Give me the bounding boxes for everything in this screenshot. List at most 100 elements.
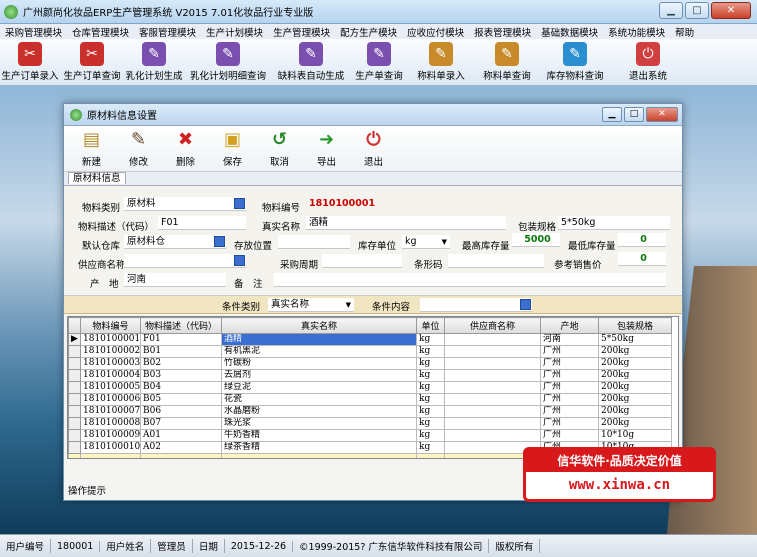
filter-bar: 条件类别 真实名称 ▼ 条件内容: [64, 296, 682, 314]
cycle-input[interactable]: [322, 254, 402, 268]
table-cell: 1810100008: [80, 417, 141, 430]
maximize-button[interactable]: □: [685, 2, 709, 19]
summary-cell: [140, 453, 222, 458]
table-row[interactable]: 1810100003 B02 竹碳粉 kg 广州 200kg: [68, 357, 672, 370]
cycle-label: 采购周期: [280, 260, 319, 271]
child-maximize-button[interactable]: □: [624, 107, 644, 122]
tab-material-info[interactable]: 原材料信息: [68, 172, 126, 184]
table-row[interactable]: 1810100008 B07 珠光浆 kg 广州 200kg: [68, 417, 672, 430]
table-cell: [444, 381, 541, 394]
column-header[interactable]: 包装规格: [598, 317, 672, 334]
child-minimize-button[interactable]: ▁: [602, 107, 622, 122]
cancel-button[interactable]: ↺ 取消: [256, 126, 303, 171]
table-cell: B04: [140, 381, 222, 394]
export-button[interactable]: ➜ 导出: [303, 126, 350, 171]
delete-button[interactable]: ✖ 删除: [162, 126, 209, 171]
spec-input[interactable]: 5*50kg: [558, 216, 670, 230]
table-cell: kg: [416, 357, 445, 370]
origin-input[interactable]: 河南: [124, 273, 226, 287]
toolbar-button-1[interactable]: ✂ 生产订单查询: [60, 39, 124, 85]
table-row[interactable]: 1810100007 B06 水晶磨粉 kg 广州 200kg: [68, 405, 672, 418]
max-stock-value[interactable]: 5000: [512, 233, 560, 247]
table-cell: 广州: [540, 405, 599, 418]
close-button[interactable]: ✕: [711, 2, 751, 19]
column-header[interactable]: 单位: [416, 317, 445, 334]
note-input[interactable]: [274, 273, 666, 287]
toolbar-button-2[interactable]: ✎ 乳化计划生成: [124, 39, 184, 85]
warehouse-value: 原材料仓: [127, 236, 166, 247]
edit-button[interactable]: ✎ 修改: [115, 126, 162, 171]
unit-select[interactable]: kg ▼: [402, 235, 450, 249]
toolbar-button-9[interactable]: ⏻ 退出系统: [610, 39, 686, 85]
table-row[interactable]: 1810100002 B01 有机黑泥 kg 广州 200kg: [68, 345, 672, 358]
row-indicator: [68, 393, 81, 406]
price-label: 参考销售价: [554, 260, 602, 271]
toolbar-button-4[interactable]: ✎ 缺料表自动生成: [272, 39, 350, 85]
toolbar-button-6[interactable]: ✎ 称料单录入: [408, 39, 474, 85]
column-header[interactable]: 产地: [540, 317, 599, 334]
save-button[interactable]: ▣ 保存: [209, 126, 256, 171]
child-title-bar: 原材料信息设置 ▁ □ ✕: [64, 104, 682, 126]
table-row[interactable]: 1810100009 A01 牛奶香精 kg 广州 10*10g: [68, 429, 672, 442]
table-cell: 绿茶香精: [221, 441, 417, 454]
dropdown-icon: [234, 255, 245, 266]
menu-finance[interactable]: 应收应付模块: [402, 25, 469, 39]
child-close-button[interactable]: ✕: [646, 107, 678, 122]
toolbar-button-3[interactable]: ✎ 乳化计划明细查询: [184, 39, 272, 85]
table-cell: B03: [140, 369, 222, 382]
cond-type-select[interactable]: 真实名称 ▼: [268, 298, 354, 312]
exit-button[interactable]: ⏻ 退出: [350, 126, 397, 171]
desc-input[interactable]: F01: [158, 216, 246, 230]
table-row[interactable]: ▶ 1810100001 F01 酒精 kg 河南 5*50kg: [68, 333, 672, 346]
ctool-label: 导出: [316, 157, 336, 168]
menu-planning[interactable]: 生产计划模块: [201, 25, 268, 39]
delete-icon: ✖: [177, 128, 194, 150]
menu-service[interactable]: 客服管理模块: [134, 25, 201, 39]
menu-purchase[interactable]: 采购管理模块: [0, 25, 67, 39]
barcode-input[interactable]: [448, 254, 544, 268]
toolbar-button-7[interactable]: ✎ 称料单查询: [474, 39, 540, 85]
column-header[interactable]: 供应商名称: [444, 317, 541, 334]
menu-production[interactable]: 生产管理模块: [268, 25, 335, 39]
table-cell: 1810100005: [80, 381, 141, 394]
row-indicator: [68, 441, 81, 454]
toolbar-button-8[interactable]: ✎ 库存物料查询: [540, 39, 610, 85]
table-cell: 5*50kg: [598, 333, 672, 346]
minimize-button[interactable]: ▁: [659, 2, 683, 19]
column-header[interactable]: 真实名称: [221, 317, 417, 334]
type-select[interactable]: 原材料: [124, 197, 246, 211]
menu-help[interactable]: 帮助: [670, 25, 699, 39]
location-input[interactable]: [278, 235, 350, 249]
toolbar-button-5[interactable]: ✎ 生产单查询: [350, 39, 408, 85]
cond-content-input[interactable]: [420, 298, 532, 312]
menu-reports[interactable]: 报表管理模块: [469, 25, 536, 39]
min-stock-value[interactable]: 0: [618, 233, 666, 247]
column-header[interactable]: 物料描述（代码）: [140, 317, 222, 334]
name-input[interactable]: 酒精: [306, 216, 506, 230]
menu-basic-data[interactable]: 基础数据模块: [536, 25, 603, 39]
status-user-name: 管理员: [151, 539, 193, 553]
promo-slogan: 信华软件·品质决定价值: [526, 450, 713, 472]
max-stock-label: 最高库存量: [462, 241, 510, 252]
note-label: 备 注: [234, 279, 263, 290]
menu-system[interactable]: 系统功能模块: [603, 25, 670, 39]
column-header[interactable]: 物料编号: [80, 317, 141, 334]
price-value[interactable]: 0: [618, 252, 666, 266]
ctool-label: 修改: [128, 157, 148, 168]
table-row[interactable]: 1810100006 B05 花瓷 kg 广州 200kg: [68, 393, 672, 406]
table-row[interactable]: 1810100004 B03 去屑剂 kg 广州 200kg: [68, 369, 672, 382]
document-icon: ✎: [299, 42, 323, 66]
menu-warehouse[interactable]: 仓库管理模块: [67, 25, 134, 39]
toolbar-button-0[interactable]: ✂ 生产订单录入: [0, 39, 60, 85]
row-indicator: [68, 357, 81, 370]
table-cell: 200kg: [598, 369, 672, 382]
supplier-select[interactable]: [124, 254, 246, 268]
origin-label: 产 地: [90, 279, 119, 290]
table-cell: [444, 333, 541, 346]
warehouse-select[interactable]: 原材料仓: [124, 235, 226, 249]
new-button[interactable]: ▤ 新建: [68, 126, 115, 171]
table-row[interactable]: 1810100005 B04 绿豆泥 kg 广州 200kg: [68, 381, 672, 394]
promo-url[interactable]: www.xinwa.cn: [526, 472, 713, 498]
menu-formula[interactable]: 配方生产模块: [335, 25, 402, 39]
toolbar-label: 生产订单录入: [1, 71, 59, 82]
